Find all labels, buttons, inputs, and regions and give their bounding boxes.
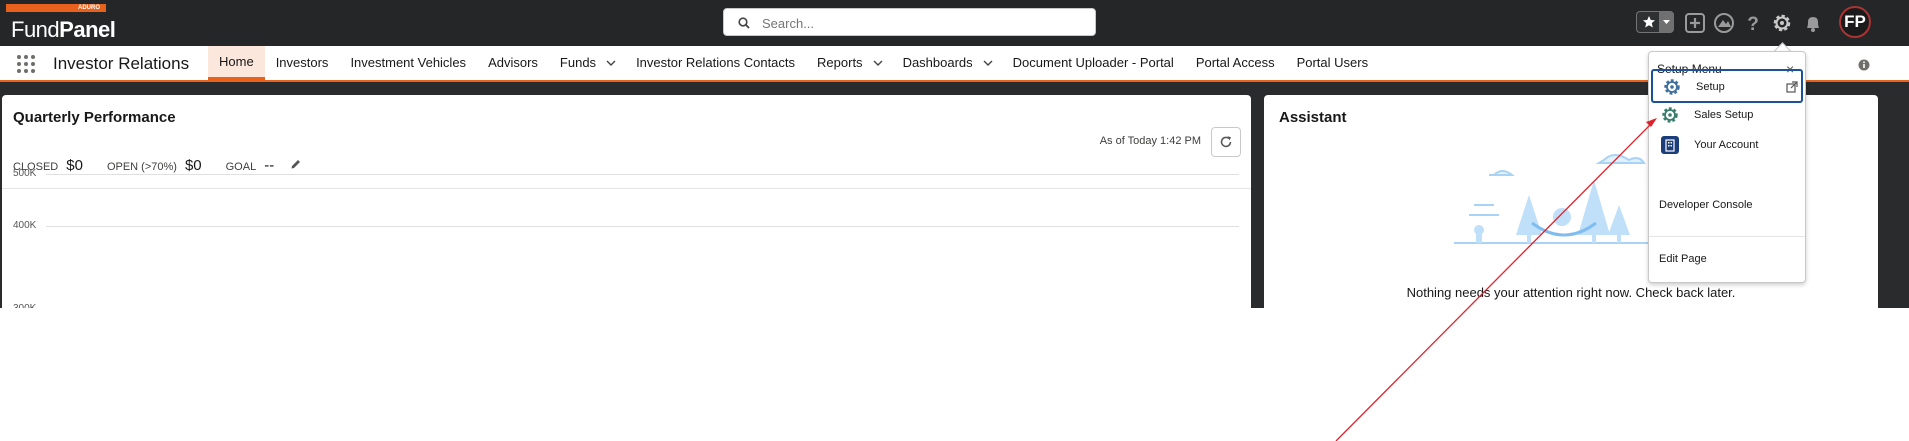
refresh-icon [1220,136,1232,148]
trailhead-icon[interactable] [1713,12,1735,34]
edit-pencil-icon[interactable] [290,158,302,170]
nav-tab-investor-relations-contacts[interactable]: Investor Relations Contacts [625,46,806,80]
search-input[interactable] [760,12,1084,34]
gridline [46,174,1239,175]
notifications-bell-icon[interactable] [1802,12,1824,34]
user-avatar[interactable]: FP [1839,6,1871,38]
developer-console-link[interactable]: Developer Console [1659,199,1753,211]
y-tick-label: 500K [13,168,37,179]
closed-value: $0 [66,157,83,174]
card-title: Quarterly Performance [13,109,176,126]
card-divider [2,188,1251,189]
edit-page-link[interactable]: Edit Page [1659,253,1707,265]
nav-tab-label: Advisors [488,55,538,70]
gridline [46,226,1239,227]
app-launcher-icon[interactable] [16,54,36,74]
global-search[interactable] [723,8,1096,36]
open-label: OPEN (>70%) [106,161,177,173]
card-title: Assistant [1279,109,1347,126]
app-name: Investor Relations [53,54,190,73]
logo-text-bold: Panel [59,17,116,42]
nav-tab-funds[interactable]: Funds [549,46,625,80]
menu-item-label: Sales Setup [1694,109,1754,121]
chevron-down-icon[interactable] [983,58,993,68]
assistant-empty-message: Nothing needs your attention right now. … [1406,285,1736,300]
setup-menu-item-sales-setup[interactable]: Sales Setup [1651,99,1803,133]
y-tick-label: 400K [13,220,37,231]
nav-tab-reports[interactable]: Reports [806,46,892,80]
menu-separator [1649,236,1805,237]
favorites-list-button[interactable] [1659,12,1674,32]
global-header: ADURO FundPanel ? FP [0,0,1909,46]
nav-tab-dashboards[interactable]: Dashboards [892,46,1002,80]
fundpanel-logo[interactable]: ADURO FundPanel [6,4,116,42]
nav-tab-label: Investor Relations Contacts [636,55,796,70]
favorites-button[interactable] [1636,11,1674,33]
setup-gear-icon [1664,79,1680,95]
nav-tab-portal-users[interactable]: Portal Users [1286,46,1380,80]
info-icon[interactable] [1858,59,1870,71]
account-building-icon [1661,136,1679,154]
performance-stats: CLOSED $0 OPEN (>70%) $0 GOAL -- [13,157,302,174]
goal-label: GOAL [225,161,257,173]
menu-item-label: Your Account [1694,139,1759,151]
svg-text:?: ? [1747,14,1759,34]
nav-tab-label: Reports [817,55,863,70]
as-of-timestamp: As of Today 1:42 PM [1099,135,1201,147]
nav-tab-label: Dashboards [902,55,973,70]
setup-gear-icon[interactable] [1771,12,1793,34]
chevron-down-icon[interactable] [873,58,883,68]
add-plus-icon[interactable] [1684,12,1706,34]
nav-tabs: Home Investors Investment Vehicles Advis… [208,46,1379,80]
help-icon[interactable]: ? [1742,12,1764,34]
sales-setup-gear-icon [1662,107,1678,123]
refresh-button[interactable] [1211,127,1241,157]
nav-tab-portal-access[interactable]: Portal Access [1185,46,1286,80]
setup-menu-item-your-account[interactable]: Your Account [1651,129,1803,163]
nav-tab-label: Portal Users [1296,55,1369,70]
nav-tab-document-uploader-portal[interactable]: Document Uploader - Portal [1002,46,1185,80]
nav-tab-label: Funds [559,55,597,70]
app-nav-bar: Investor Relations Home Investors Invest… [0,46,1909,82]
nav-tab-investors[interactable]: Investors [265,46,340,80]
external-link-icon [1786,81,1798,93]
nav-tab-home[interactable]: Home [208,46,265,80]
logo-text-light: Fund [11,17,60,42]
menu-item-label: Setup [1696,81,1725,93]
open-value: $0 [184,157,202,174]
search-icon [738,17,750,29]
logo-text: FundPanel [11,17,116,43]
chevron-down-icon[interactable] [606,58,616,68]
setup-menu-item-setup[interactable]: Setup [1651,69,1803,103]
setup-menu: Setup Menu × Setup Sales Setup Your Acco… [1648,51,1806,283]
y-tick-label: 300K [13,303,36,308]
logo-tag: ADURO [6,4,106,12]
quarterly-performance-card: Quarterly Performance As of Today 1:42 P… [2,95,1251,308]
goal-value: -- [264,157,275,174]
favorites-star-icon [1643,16,1655,28]
nav-tab-investment-vehicles[interactable]: Investment Vehicles [339,46,477,80]
nav-tab-advisors[interactable]: Advisors [477,46,549,80]
chevron-down-icon [1663,20,1670,24]
nav-tab-label: Investment Vehicles [350,55,467,70]
nav-tab-label: Investors [275,55,329,70]
nav-tab-label: Document Uploader - Portal [1012,55,1174,70]
nav-tab-label: Home [219,53,254,69]
nav-tab-label: Portal Access [1195,55,1275,70]
